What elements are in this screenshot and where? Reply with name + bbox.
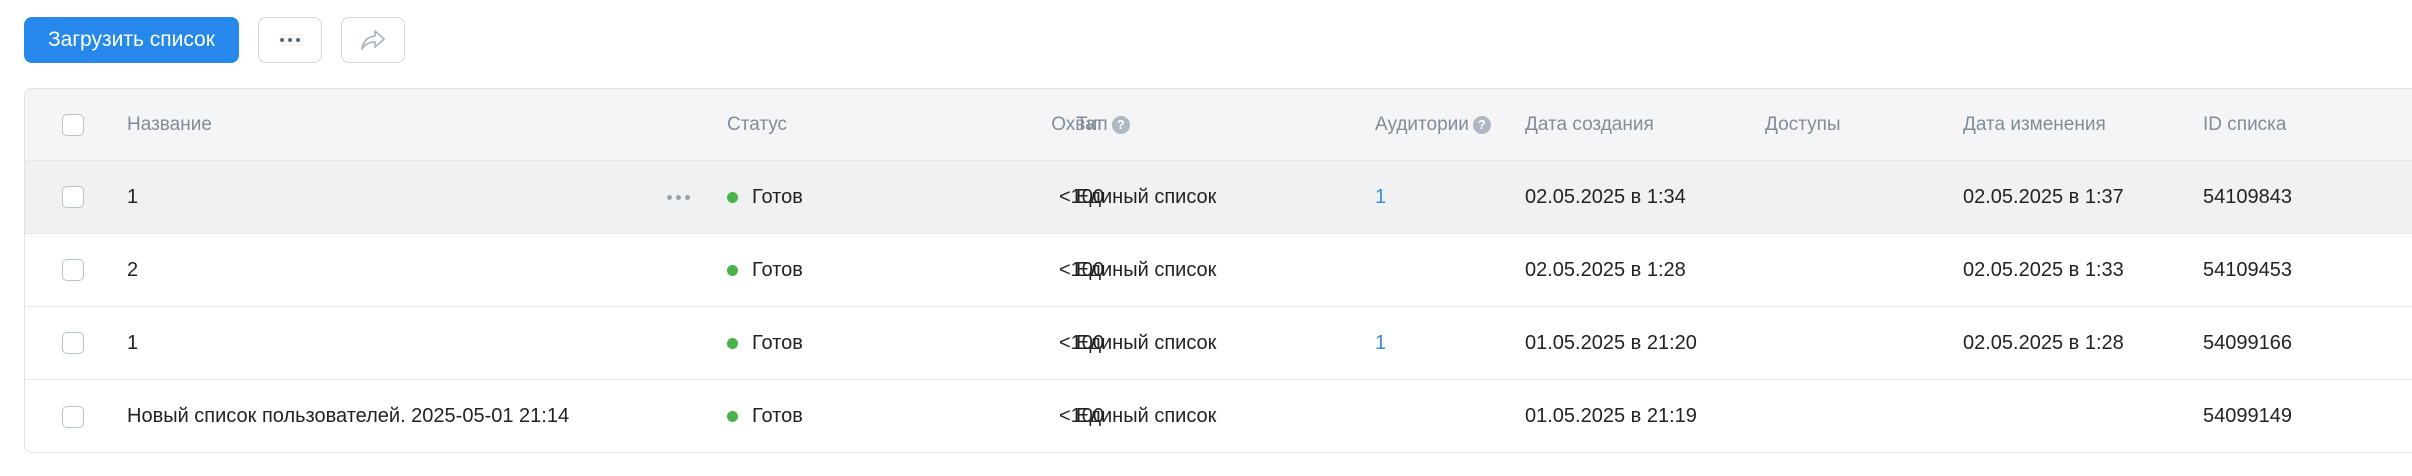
- help-icon[interactable]: ?: [1111, 115, 1130, 134]
- list-name[interactable]: Новый список пользователей. 2025-05-01 2…: [127, 380, 569, 452]
- more-horizontal-icon: [279, 38, 300, 42]
- list-id: 54099149: [2203, 405, 2292, 427]
- row-more-button[interactable]: [667, 161, 690, 233]
- more-button[interactable]: [257, 17, 322, 63]
- table-header: Название Статус Охват Тип ? Аудитории ? …: [25, 89, 2412, 161]
- created-date: 02.05.2025 в 1:34: [1525, 185, 1686, 208]
- row-checkbox[interactable]: [62, 186, 84, 208]
- list-id: 54109843: [2203, 185, 2292, 208]
- select-all-checkbox[interactable]: [62, 113, 84, 136]
- status-text: Готов: [752, 258, 803, 281]
- toolbar: Загрузить список: [24, 17, 405, 63]
- modified-date: 02.05.2025 в 1:28: [1963, 331, 2124, 354]
- more-horizontal-icon: [667, 194, 690, 200]
- row-checkbox[interactable]: [62, 259, 84, 281]
- status-cell: Готов: [727, 307, 803, 379]
- column-header-access[interactable]: Доступы: [1765, 89, 1841, 160]
- status-dot-icon: [727, 411, 738, 422]
- share-icon: [361, 30, 385, 50]
- created-date: 01.05.2025 в 21:20: [1525, 331, 1697, 354]
- type-value: Единый список: [1076, 405, 1217, 427]
- row-checkbox[interactable]: [62, 332, 84, 354]
- column-header-audiences[interactable]: Аудитории ?: [1375, 89, 1491, 160]
- lists-table: Название Статус Охват Тип ? Аудитории ? …: [24, 88, 2412, 453]
- table-row[interactable]: 1 Готов <100 Единый список 1 02.05.2025 …: [25, 161, 2412, 234]
- type-value: Единый список: [1076, 185, 1217, 208]
- column-header-id[interactable]: ID списка: [2203, 89, 2286, 160]
- help-icon[interactable]: ?: [1472, 115, 1491, 134]
- modified-date: 02.05.2025 в 1:37: [1963, 185, 2124, 208]
- list-name[interactable]: 2: [127, 234, 138, 306]
- status-cell: Готов: [727, 234, 803, 306]
- status-cell: Готов: [727, 161, 803, 233]
- share-button[interactable]: [340, 17, 405, 63]
- column-header-audiences-label: Аудитории: [1375, 113, 1469, 135]
- audiences-link[interactable]: 1: [1375, 307, 1386, 379]
- created-date: 02.05.2025 в 1:28: [1525, 258, 1686, 281]
- list-id: 54109453: [2203, 258, 2292, 281]
- audiences-link[interactable]: 1: [1375, 161, 1386, 233]
- status-text: Готов: [752, 331, 803, 354]
- list-name[interactable]: 1: [127, 307, 138, 379]
- column-header-modified[interactable]: Дата изменения: [1963, 89, 2106, 160]
- column-header-type[interactable]: Тип ?: [1076, 89, 1130, 160]
- table-row[interactable]: 1 Готов <100 Единый список 1 01.05.2025 …: [25, 307, 2412, 380]
- status-dot-icon: [727, 337, 738, 349]
- column-header-type-label: Тип: [1076, 113, 1108, 135]
- list-id: 54099166: [2203, 331, 2292, 354]
- created-date: 01.05.2025 в 21:19: [1525, 405, 1697, 427]
- status-cell: Готов: [727, 380, 803, 452]
- status-text: Готов: [752, 185, 803, 208]
- table-row[interactable]: Новый список пользователей. 2025-05-01 2…: [25, 380, 2412, 452]
- row-checkbox[interactable]: [62, 405, 84, 428]
- type-value: Единый список: [1076, 258, 1217, 281]
- modified-date: 02.05.2025 в 1:33: [1963, 258, 2124, 281]
- status-dot-icon: [727, 264, 738, 276]
- column-header-name[interactable]: Название: [127, 89, 212, 160]
- type-value: Единый список: [1076, 331, 1217, 354]
- column-header-created[interactable]: Дата создания: [1525, 89, 1654, 160]
- status-text: Готов: [752, 405, 803, 427]
- column-header-status[interactable]: Статус: [727, 89, 787, 160]
- list-name[interactable]: 1: [127, 161, 138, 233]
- table-row[interactable]: 2 Готов <100 Единый список 02.05.2025 в …: [25, 234, 2412, 307]
- upload-list-button[interactable]: Загрузить список: [24, 17, 239, 63]
- status-dot-icon: [727, 191, 738, 203]
